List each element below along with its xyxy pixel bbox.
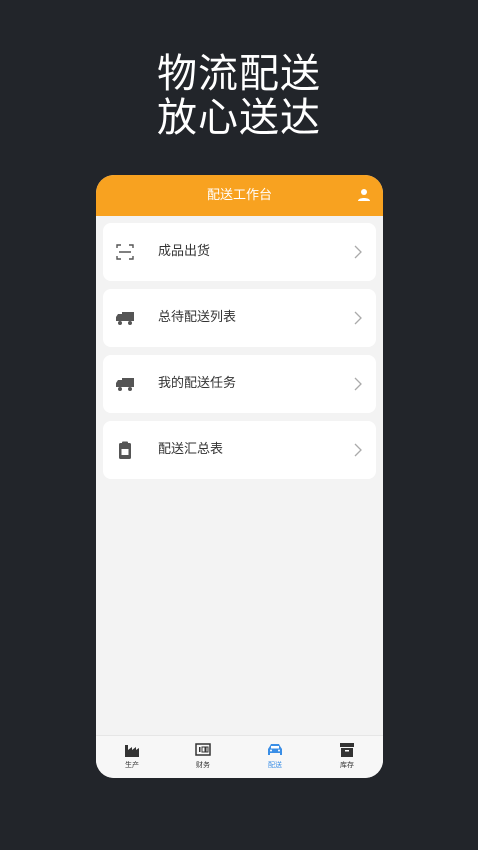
box-icon	[340, 743, 354, 757]
tab-label: 财务	[196, 761, 210, 769]
menu-item-label: 配送汇总表	[158, 442, 224, 457]
tab-delivery[interactable]: 配送	[250, 742, 300, 770]
factory-icon	[125, 745, 139, 757]
car-icon	[268, 744, 282, 755]
app-header: 配送工作台	[96, 175, 383, 216]
chevron-right-icon	[354, 245, 362, 259]
menu-item-finished-shipment[interactable]: 成品出货	[103, 223, 376, 281]
chevron-right-icon	[354, 311, 362, 325]
clipboard-icon	[119, 441, 131, 459]
phone-screen: 配送工作台 成品出货 总待配送列表 我的配送任务 配送汇总表 生产 财务 配送 …	[96, 175, 383, 778]
scan-icon	[116, 244, 134, 260]
menu-item-label: 总待配送列表	[158, 310, 237, 325]
promo-line-1: 物流配送	[157, 51, 321, 97]
tab-production[interactable]: 生产	[107, 742, 157, 770]
page-title: 配送工作台	[206, 188, 272, 203]
menu-item-pending-delivery-list[interactable]: 总待配送列表	[103, 289, 376, 347]
chevron-right-icon	[354, 443, 362, 457]
tab-label: 生产	[125, 761, 139, 769]
truck-icon	[116, 378, 134, 391]
tab-inventory[interactable]: 库存	[322, 742, 372, 770]
promo-line-2: 放心送达	[157, 95, 321, 141]
tab-label: 库存	[340, 761, 354, 769]
menu-item-label: 成品出货	[158, 244, 211, 259]
user-icon[interactable]	[357, 188, 371, 202]
menu-list: 成品出货 总待配送列表 我的配送任务 配送汇总表	[103, 223, 376, 487]
promo-headline: 物流配送 放心送达	[0, 52, 478, 140]
menu-item-label: 我的配送任务	[158, 376, 237, 391]
menu-item-my-delivery-tasks[interactable]: 我的配送任务	[103, 355, 376, 413]
tab-finance[interactable]: 财务	[178, 742, 228, 770]
finance-icon	[195, 743, 211, 756]
chevron-right-icon	[354, 377, 362, 391]
menu-item-delivery-summary[interactable]: 配送汇总表	[103, 421, 376, 479]
bottom-tab-bar: 生产 财务 配送 库存	[96, 735, 383, 778]
truck-icon	[116, 312, 134, 325]
tab-label: 配送	[268, 761, 282, 769]
